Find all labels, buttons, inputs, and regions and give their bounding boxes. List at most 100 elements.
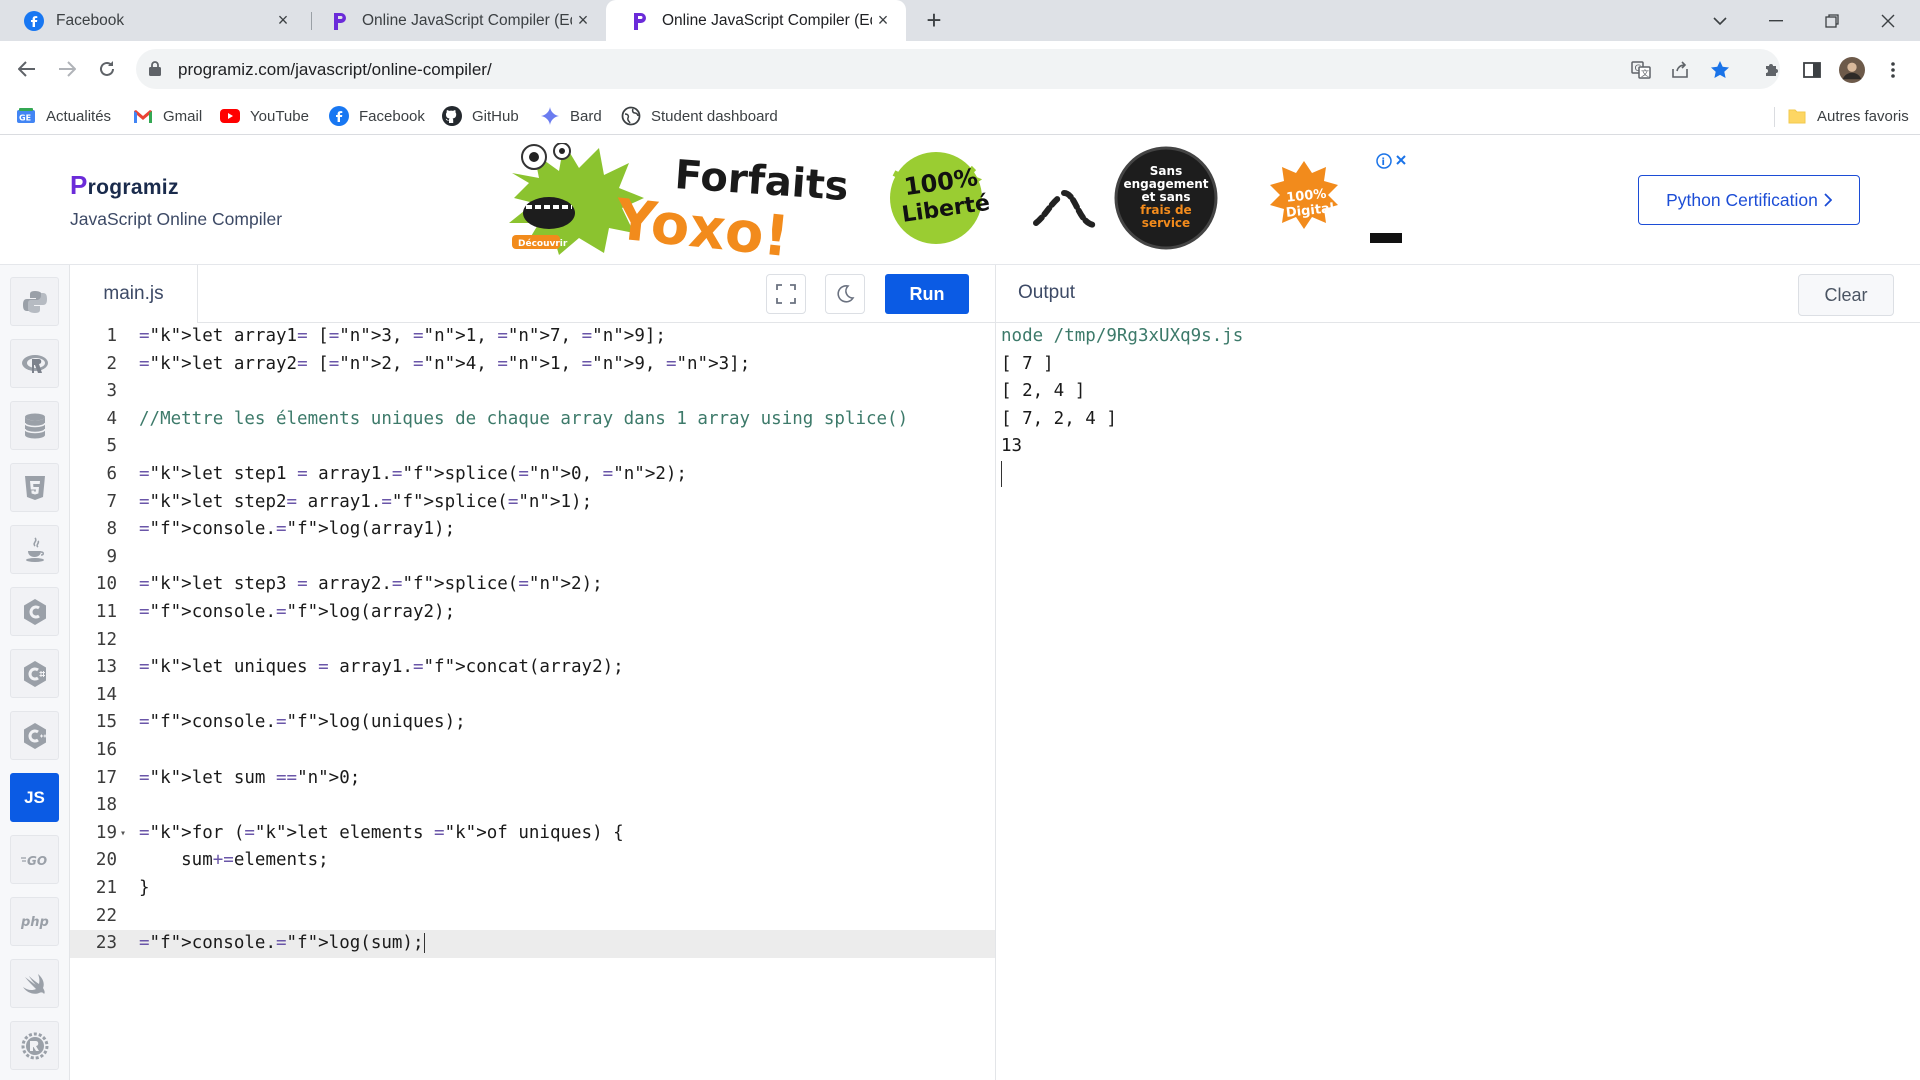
swift-icon[interactable]	[10, 959, 59, 1008]
bookmark-label: Gmail	[163, 107, 203, 125]
bookmark-bard[interactable]: Bard	[540, 98, 602, 134]
dark-mode-moon-icon[interactable]	[825, 274, 865, 314]
ad-badge2-line: frais de	[1140, 203, 1191, 217]
code-line-text: ="k">let sum =="n">0;	[139, 767, 361, 788]
svg-text:i: i	[1382, 157, 1385, 168]
code-line-text: ="k">let step3 = array2.="f">splice(="n"…	[139, 574, 603, 595]
output-header: Output Clear	[995, 265, 1920, 323]
browser-tab-compiler-active[interactable]: Online JavaScript Compiler (Editor) ×	[606, 0, 906, 41]
code-line-text: ="k">for (="k">let elements ="k">of uniq…	[139, 822, 624, 843]
share-icon[interactable]	[1670, 59, 1692, 81]
python-icon[interactable]	[10, 277, 59, 326]
bookmark-label: Facebook	[359, 107, 425, 125]
bookmark-star-icon[interactable]	[1709, 59, 1731, 81]
bookmark-label: YouTube	[250, 107, 309, 125]
code-line: 16	[95, 740, 117, 760]
address-bar[interactable]: programiz.com/javascript/online-compiler…	[136, 49, 1780, 89]
lock-icon[interactable]	[148, 60, 162, 81]
extensions-puzzle-icon[interactable]	[1759, 57, 1785, 83]
output-line: [ 2, 4 ]	[1001, 381, 1086, 402]
bookmark-facebook[interactable]: Facebook	[329, 98, 425, 134]
close-tab-icon[interactable]: ×	[572, 10, 594, 32]
translate-icon[interactable]: G文	[1630, 59, 1652, 81]
back-arrow-icon[interactable]	[11, 53, 43, 85]
close-tab-icon[interactable]: ×	[872, 10, 894, 32]
browser-tab-facebook[interactable]: Facebook ×	[0, 0, 306, 41]
folder-icon	[1787, 106, 1807, 126]
language-sidebar: JS GO php	[0, 265, 70, 1080]
tab-title: Online JavaScript Compiler (Editor)	[362, 11, 572, 29]
code-line: 18	[95, 795, 117, 816]
bookmark-label: Actualités	[46, 107, 112, 125]
tab-title: Online JavaScript Compiler (Editor)	[662, 11, 872, 29]
code-line: 1 ="k">let array1= [="n">3, ="n">1, ="n">…	[70, 323, 995, 351]
profile-avatar[interactable]	[1839, 57, 1865, 83]
code-editor[interactable]: 1 ="k">let array1= [="n">3, ="n">1, ="n">…	[70, 323, 995, 1080]
bookmark-label: GitHub	[472, 107, 519, 125]
browser-tab-strip: Facebook × Online JavaScript Compiler (E…	[0, 0, 1920, 41]
svg-text:GE: GE	[19, 114, 31, 123]
svg-text:GO: GO	[27, 854, 47, 867]
code-line: 12	[95, 629, 117, 650]
c-icon[interactable]	[10, 587, 59, 636]
bookmark-student-dashboard[interactable]: Student dashboard	[621, 98, 778, 134]
code-line-text: }	[139, 878, 150, 898]
bookmark-github[interactable]: GitHub	[442, 98, 519, 134]
clear-button[interactable]: Clear	[1798, 274, 1894, 316]
csharp-icon[interactable]	[10, 649, 59, 698]
browser-tab-compiler[interactable]: Online JavaScript Compiler (Editor) ×	[306, 0, 606, 41]
html5-icon[interactable]	[10, 463, 59, 512]
code-line: 15 ="f">console.="f">log(uniques);	[70, 709, 995, 737]
code-line: 5	[106, 436, 117, 457]
output-title: Output	[1018, 282, 1076, 303]
close-window-icon[interactable]	[1860, 0, 1916, 41]
output-console[interactable]: node /tmp/9Rg3xUXq9s.js [ 7 ] [ 2, 4 ] […	[995, 323, 1920, 1080]
code-line-text: sum+=elements;	[139, 850, 329, 871]
output-line: node /tmp/9Rg3xUXq9s.js	[1001, 326, 1244, 346]
reload-icon[interactable]	[91, 53, 123, 85]
run-button[interactable]: Run	[885, 274, 969, 314]
python-certification-button[interactable]: Python Certification	[1638, 175, 1860, 225]
code-line-text: //Mettre les élements uniques de chaque …	[139, 408, 909, 429]
rust-icon[interactable]	[10, 1021, 59, 1070]
fullscreen-icon[interactable]	[766, 274, 806, 314]
fold-arrow-icon[interactable]: ▾	[120, 820, 126, 848]
tab-search-chevron-icon[interactable]	[1692, 0, 1748, 41]
sql-database-icon[interactable]	[10, 401, 59, 450]
advertisement-banner[interactable]: Découvrir Forfaits Yoxo! 100% Liberté Sa…	[504, 142, 1409, 270]
code-line-text: ="f">console.="f">log(array1);	[139, 519, 456, 540]
svg-text:文: 文	[1641, 68, 1649, 78]
code-line-text: ="k">let uniques = array1.="f">concat(ar…	[139, 657, 624, 678]
bookmark-youtube[interactable]: YouTube	[220, 98, 309, 134]
svg-text:php: php	[20, 915, 49, 930]
other-bookmarks-folder[interactable]: Autres favoris	[1787, 98, 1909, 134]
chrome-menu-icon[interactable]	[1880, 57, 1906, 83]
restore-icon[interactable]	[1804, 0, 1860, 41]
code-line: 6 ="k">let step1 = array1.="f">splice(="n…	[70, 461, 995, 489]
browser-toolbar: programiz.com/javascript/online-compiler…	[0, 41, 1920, 98]
programiz-icon	[330, 11, 350, 31]
code-line: 14	[95, 684, 117, 705]
cpp-icon[interactable]	[10, 711, 59, 760]
side-panel-icon[interactable]	[1799, 57, 1825, 83]
php-icon[interactable]: php	[10, 897, 59, 946]
bookmark-actualites[interactable]: GE Actualités	[16, 98, 111, 134]
javascript-icon[interactable]: JS	[10, 773, 59, 822]
bard-icon	[540, 106, 560, 126]
new-tab-button[interactable]: +	[918, 7, 950, 35]
forward-arrow-icon[interactable]	[51, 53, 83, 85]
code-line-text: ="k">let array2= [="n">2, ="n">4, ="n">1…	[139, 353, 751, 374]
r-icon[interactable]	[10, 339, 59, 388]
java-icon[interactable]	[10, 525, 59, 574]
file-tab-main-js[interactable]: main.js	[70, 265, 198, 323]
go-icon[interactable]: GO	[10, 835, 59, 884]
google-news-icon: GE	[16, 106, 36, 126]
programiz-logo[interactable]: Programiz	[70, 170, 179, 201]
bookmark-gmail[interactable]: Gmail	[133, 98, 202, 134]
code-line: 3	[106, 381, 117, 402]
url-text: programiz.com/javascript/online-compiler…	[178, 60, 492, 79]
code-line-text: ="f">console.="f">log(uniques);	[139, 712, 466, 733]
gmail-icon	[133, 106, 153, 126]
minimize-icon[interactable]	[1748, 0, 1804, 41]
close-tab-icon[interactable]: ×	[272, 10, 294, 32]
